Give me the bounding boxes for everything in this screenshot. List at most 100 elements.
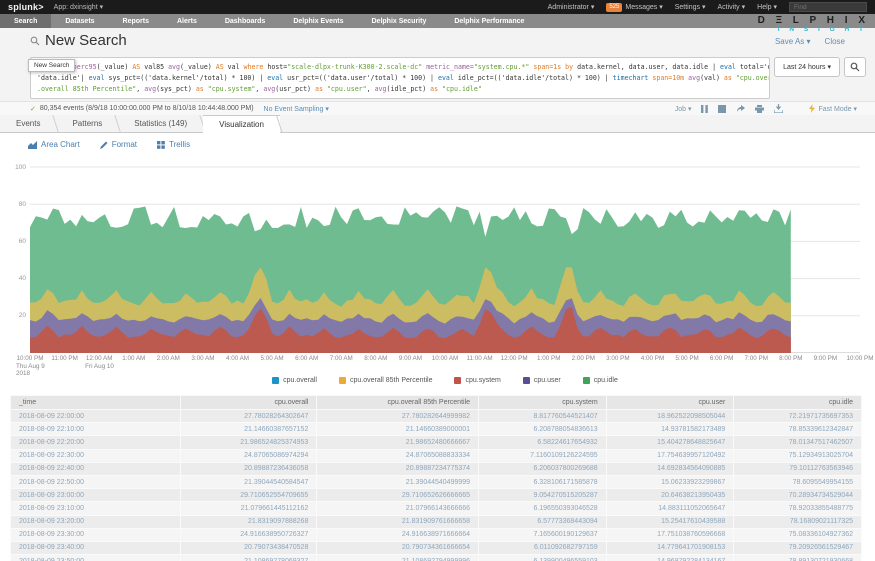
- table-cell[interactable]: 15.404278648825647: [606, 436, 734, 449]
- settings-menu[interactable]: Settings ▾: [675, 3, 706, 11]
- nav-item-reports[interactable]: Reports: [109, 14, 163, 28]
- table-cell[interactable]: 2018-08-09 22:00:00: [11, 410, 181, 423]
- table-cell[interactable]: 18.962522098505044: [606, 410, 734, 423]
- table-cell[interactable]: 15.06233923299867: [606, 475, 734, 488]
- table-cell[interactable]: 21.07966143666666: [317, 502, 479, 515]
- table-cell[interactable]: 75.12934913025704: [734, 449, 862, 462]
- table-cell[interactable]: 79.10112763563946: [734, 462, 862, 475]
- time-range-picker[interactable]: Last 24 hours ▾: [774, 57, 840, 77]
- table-cell[interactable]: 21.14660387657152: [181, 423, 317, 436]
- table-cell[interactable]: 6.011092682797159: [479, 541, 607, 554]
- column-header-cpu-user[interactable]: cpu.user: [606, 396, 734, 410]
- activity-menu[interactable]: Activity ▾: [718, 3, 746, 11]
- table-cell[interactable]: 78.01347517462507: [734, 436, 862, 449]
- splunk-logo[interactable]: splunk>: [8, 2, 44, 12]
- search-query-input[interactable]: | mstats perc95(_value) AS val85 avg(_va…: [30, 57, 770, 99]
- table-cell[interactable]: 2018-08-09 23:20:00: [11, 515, 181, 528]
- table-cell[interactable]: 78.16809021117325: [734, 515, 862, 528]
- table-cell[interactable]: 14.692834564090885: [606, 462, 734, 475]
- share-button[interactable]: [736, 105, 745, 113]
- table-cell[interactable]: 21.8319097888268: [181, 515, 317, 528]
- table-cell[interactable]: 29.710652626666665: [317, 489, 479, 502]
- table-cell[interactable]: 20.79073438470528: [181, 541, 317, 554]
- table-cell[interactable]: 2018-08-09 22:40:00: [11, 462, 181, 475]
- nav-item-alerts[interactable]: Alerts: [163, 14, 211, 28]
- table-cell[interactable]: 9.054270515205287: [479, 489, 607, 502]
- table-cell[interactable]: 21.10869278069327: [181, 555, 317, 561]
- user-menu[interactable]: Administrator ▾: [548, 3, 595, 11]
- column-header-cpu-overall[interactable]: cpu.overall: [181, 396, 317, 410]
- table-cell[interactable]: 21.14660389000001: [317, 423, 479, 436]
- table-cell[interactable]: 20.790734361666654: [317, 541, 479, 554]
- table-cell[interactable]: 29.710652554709655: [181, 489, 317, 502]
- table-cell[interactable]: 8.817760544521407: [479, 410, 607, 423]
- table-cell[interactable]: 21.108692794999996: [317, 555, 479, 561]
- table-cell[interactable]: 6.57773368443094: [479, 515, 607, 528]
- column-header--time[interactable]: _time: [11, 396, 181, 410]
- table-cell[interactable]: 70.28934734529044: [734, 489, 862, 502]
- table-cell[interactable]: 24.916638950726327: [181, 528, 317, 541]
- format-button[interactable]: Format: [100, 140, 137, 149]
- table-cell[interactable]: 14.93781582173489: [606, 423, 734, 436]
- table-cell[interactable]: 21.831909761666658: [317, 515, 479, 528]
- nav-item-datasets[interactable]: Datasets: [51, 14, 108, 28]
- table-cell[interactable]: 7.1160109126224595: [479, 449, 607, 462]
- table-cell[interactable]: 2018-08-09 23:00:00: [11, 489, 181, 502]
- legend-item-cpu-idle[interactable]: cpu.idle: [583, 377, 618, 384]
- table-cell[interactable]: 6.58224617654932: [479, 436, 607, 449]
- search-submit-button[interactable]: [844, 57, 866, 77]
- table-cell[interactable]: 27.78028264302647: [181, 410, 317, 423]
- table-cell[interactable]: 27.780282644999982: [317, 410, 479, 423]
- tab-visualization[interactable]: Visualization: [203, 115, 280, 133]
- search-mode-menu[interactable]: Fast Mode ▾: [809, 104, 857, 113]
- tab-patterns[interactable]: Patterns: [56, 115, 118, 132]
- print-button[interactable]: [755, 105, 764, 113]
- table-cell[interactable]: 17.754639957120492: [606, 449, 734, 462]
- table-cell[interactable]: 24.916638971666664: [317, 528, 479, 541]
- legend-item-cpu-system[interactable]: cpu.system: [454, 377, 500, 384]
- nav-item-delphix-events[interactable]: Delphix Events: [279, 14, 357, 28]
- app-menu[interactable]: App: dxinsight ▾: [54, 3, 103, 11]
- table-cell[interactable]: 24.87065088833334: [317, 449, 479, 462]
- pause-button[interactable]: [701, 105, 708, 113]
- table-cell[interactable]: 24.87065086974294: [181, 449, 317, 462]
- table-cell[interactable]: 2018-08-09 22:30:00: [11, 449, 181, 462]
- messages-menu[interactable]: 525 Messages ▾: [606, 3, 662, 12]
- nav-item-dashboards[interactable]: Dashboards: [211, 14, 279, 28]
- export-button[interactable]: [774, 104, 783, 113]
- find-input[interactable]: [789, 2, 867, 12]
- table-cell[interactable]: 6.139900496559103: [479, 555, 607, 561]
- tab-statistics-149-[interactable]: Statistics (149): [118, 115, 203, 132]
- column-header-cpu-idle[interactable]: cpu.idle: [734, 396, 862, 410]
- close-button[interactable]: Close: [825, 37, 845, 46]
- table-cell[interactable]: 21.39044540584547: [181, 475, 317, 488]
- table-cell[interactable]: 17.751038760596668: [606, 528, 734, 541]
- table-cell[interactable]: 6.196550393046528: [479, 502, 607, 515]
- table-cell[interactable]: 14.968792284134167: [606, 555, 734, 561]
- table-cell[interactable]: 2018-08-09 22:50:00: [11, 475, 181, 488]
- table-cell[interactable]: 2018-08-09 23:40:00: [11, 541, 181, 554]
- table-cell[interactable]: 2018-08-09 22:10:00: [11, 423, 181, 436]
- table-cell[interactable]: 78.85339612342847: [734, 423, 862, 436]
- table-cell[interactable]: 6.328106171585878: [479, 475, 607, 488]
- table-cell[interactable]: 2018-08-09 22:20:00: [11, 436, 181, 449]
- table-cell[interactable]: 20.89887236436058: [181, 462, 317, 475]
- nav-item-search[interactable]: Search: [0, 14, 51, 28]
- legend-item-cpu-overall[interactable]: cpu.overall: [272, 377, 317, 384]
- table-cell[interactable]: 79.20926561529467: [734, 541, 862, 554]
- table-cell[interactable]: 75.08336104927362: [734, 528, 862, 541]
- table-cell[interactable]: 14.779641701908153: [606, 541, 734, 554]
- table-cell[interactable]: 2018-08-09 23:50:00: [11, 555, 181, 561]
- table-cell[interactable]: 21.986524825374953: [181, 436, 317, 449]
- cpu-area-chart[interactable]: [30, 163, 860, 353]
- job-menu[interactable]: Job ▾: [675, 105, 692, 113]
- table-cell[interactable]: 6.208788054836613: [479, 423, 607, 436]
- trellis-button[interactable]: Trellis: [157, 140, 190, 149]
- column-header-cpu-system[interactable]: cpu.system: [479, 396, 607, 410]
- table-cell[interactable]: 20.89887234775374: [317, 462, 479, 475]
- table-cell[interactable]: 21.079661445112162: [181, 502, 317, 515]
- table-cell[interactable]: 78.92033855488775: [734, 502, 862, 515]
- table-cell[interactable]: 6.206037800269688: [479, 462, 607, 475]
- legend-item-cpu-overall-85th-percentile[interactable]: cpu.overall 85th Percentile: [339, 377, 433, 384]
- nav-item-delphix-performance[interactable]: Delphix Performance: [440, 14, 538, 28]
